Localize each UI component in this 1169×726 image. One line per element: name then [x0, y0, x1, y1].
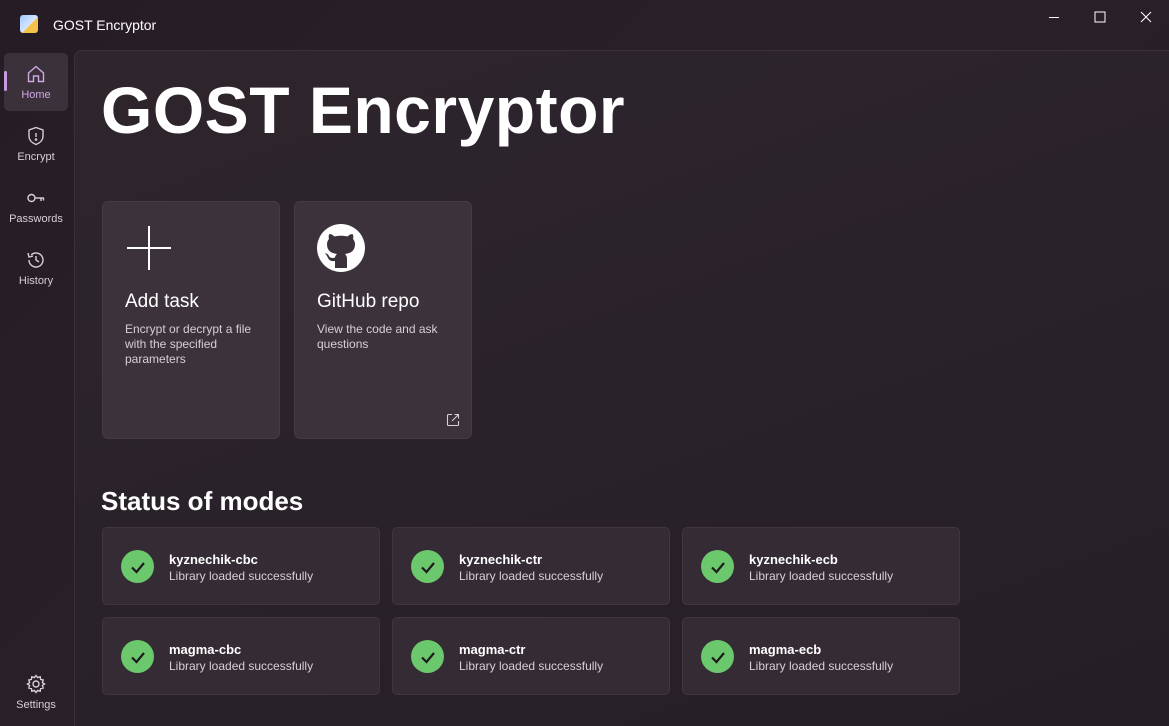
- minimize-button[interactable]: [1031, 0, 1077, 34]
- close-icon: [1140, 11, 1152, 23]
- mode-name: kyznechik-ctr: [459, 552, 543, 567]
- github-repo-tile[interactable]: GitHub repo View the code and ask questi…: [294, 201, 472, 439]
- check-circle-icon: [121, 550, 154, 583]
- status-section-title: Status of modes: [101, 486, 304, 516]
- title-bar: GOST Encryptor: [0, 0, 1169, 48]
- tile-description: Encrypt or decrypt a file with the speci…: [125, 322, 252, 366]
- app-logo-icon: [20, 15, 38, 33]
- history-icon: [27, 252, 44, 268]
- maximize-button[interactable]: [1077, 0, 1123, 34]
- mode-status-card: kyznechik-cbc Library loaded successfull…: [102, 527, 380, 605]
- mode-status-card: kyznechik-ctr Library loaded successfull…: [392, 527, 670, 605]
- plus-icon: [127, 226, 171, 270]
- mode-message: Library loaded successfully: [749, 659, 894, 673]
- mode-message: Library loaded successfully: [169, 659, 314, 673]
- sidebar-item-home[interactable]: Home: [4, 53, 68, 111]
- window-title: GOST Encryptor: [53, 17, 157, 33]
- mode-message: Library loaded successfully: [459, 659, 604, 673]
- active-indicator: [4, 71, 7, 91]
- external-link-icon: [446, 413, 460, 427]
- mode-name: magma-ecb: [749, 642, 822, 657]
- mode-name: magma-ctr: [459, 642, 526, 657]
- mode-name: kyznechik-cbc: [169, 552, 258, 567]
- mode-message: Library loaded successfully: [459, 569, 604, 583]
- home-icon: [27, 65, 45, 83]
- sidebar-item-passwords[interactable]: Passwords: [4, 177, 68, 235]
- mode-status-card: magma-ecb Library loaded successfully: [682, 617, 960, 695]
- sidebar-item-encrypt[interactable]: Encrypt: [4, 115, 68, 173]
- page-title: GOST Encryptor: [101, 73, 626, 147]
- check-circle-icon: [121, 640, 154, 673]
- gear-icon: [26, 674, 46, 694]
- mode-message: Library loaded successfully: [169, 569, 314, 583]
- tile-title: Add task: [125, 291, 199, 312]
- sidebar-item-label: Home: [21, 89, 51, 101]
- sidebar-item-settings[interactable]: Settings: [4, 663, 68, 721]
- mode-message: Library loaded successfully: [749, 569, 894, 583]
- sidebar-item-history[interactable]: History: [4, 239, 68, 297]
- check-circle-icon: [411, 550, 444, 583]
- check-circle-icon: [701, 550, 734, 583]
- mode-name: kyznechik-ecb: [749, 552, 838, 567]
- add-task-tile[interactable]: Add task Encrypt or decrypt a file with …: [102, 201, 280, 439]
- shield-icon: [28, 126, 44, 146]
- sidebar-item-label: History: [18, 275, 54, 287]
- sidebar-item-label: Encrypt: [17, 151, 55, 163]
- sidebar-item-label: Passwords: [9, 213, 63, 225]
- minimize-icon: [1049, 17, 1059, 18]
- maximize-icon: [1094, 11, 1106, 23]
- key-icon: [27, 193, 45, 203]
- mode-name: magma-cbc: [169, 642, 242, 657]
- mode-status-card: magma-ctr Library loaded successfully: [392, 617, 670, 695]
- check-circle-icon: [701, 640, 734, 673]
- tile-title: GitHub repo: [317, 291, 420, 312]
- github-icon: [317, 224, 365, 272]
- tile-description: View the code and ask questions: [317, 322, 438, 351]
- mode-status-card: magma-cbc Library loaded successfully: [102, 617, 380, 695]
- sidebar-item-label: Settings: [16, 699, 56, 711]
- mode-status-card: kyznechik-ecb Library loaded successfull…: [682, 527, 960, 605]
- app-window: GOST Encryptor Home Encrypt Passwords Hi…: [0, 0, 1169, 726]
- check-circle-icon: [411, 640, 444, 673]
- close-button[interactable]: [1123, 0, 1169, 34]
